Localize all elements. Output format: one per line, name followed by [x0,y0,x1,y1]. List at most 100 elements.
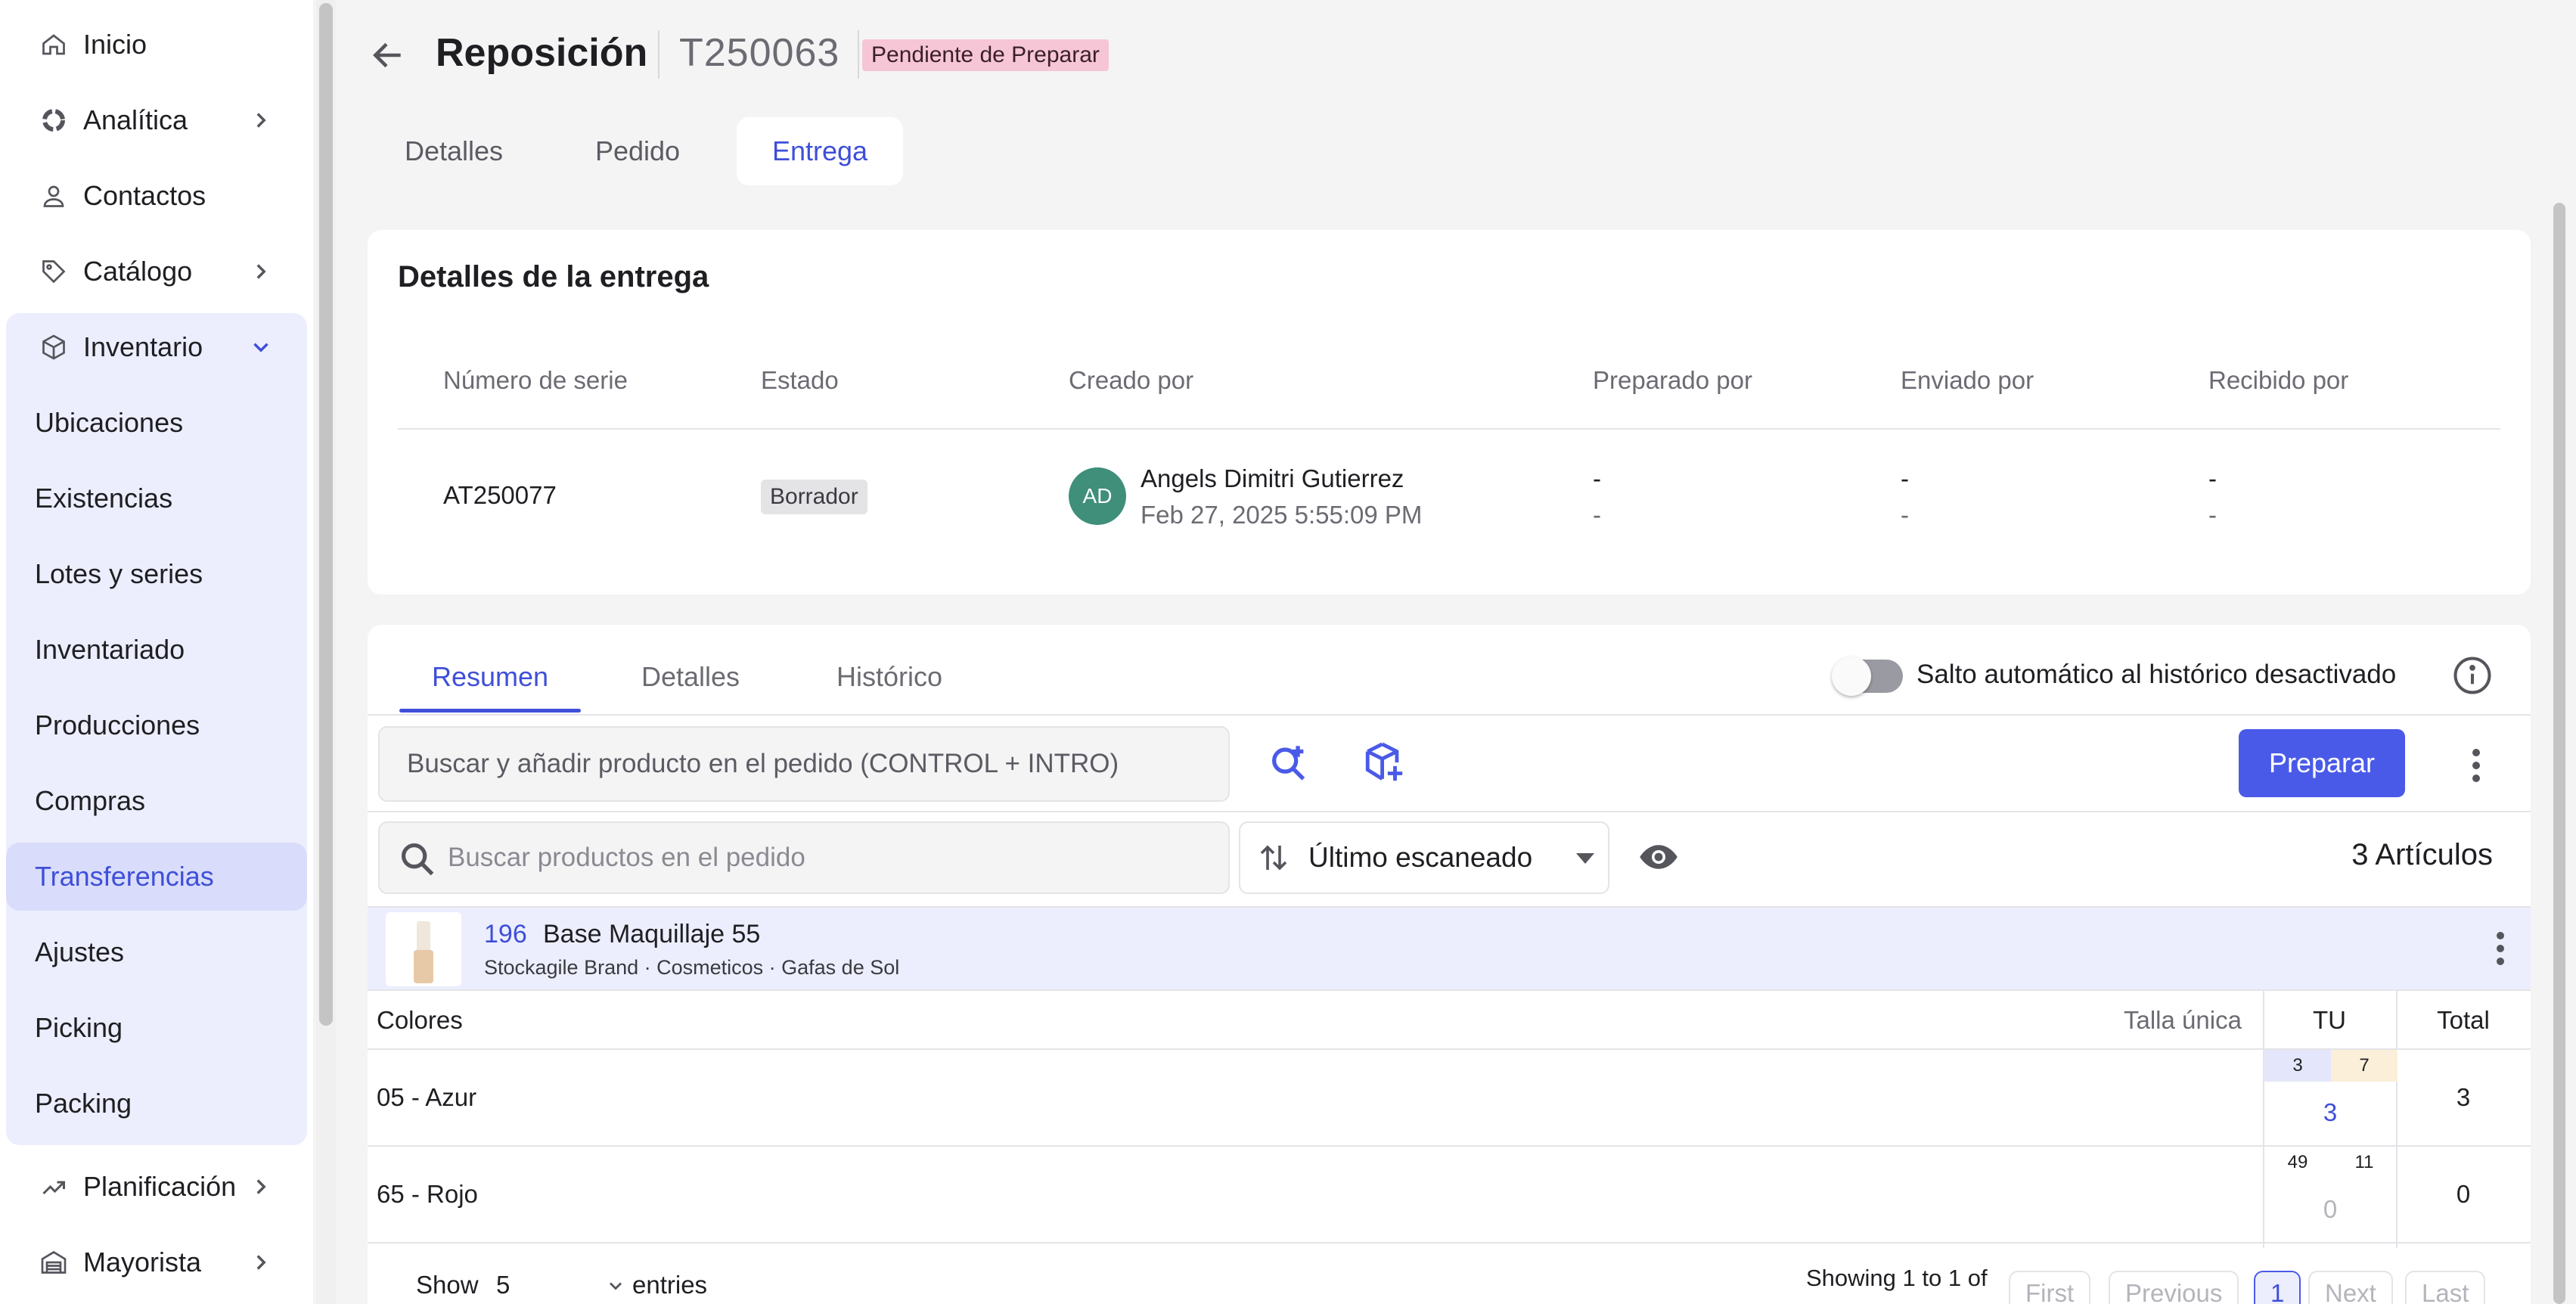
page-scrollbar-thumb[interactable] [2553,203,2565,1304]
showing-info: Showing 1 to 1 of [1806,1265,1988,1291]
warehouse-icon [35,1243,73,1281]
product-number[interactable]: 196 [484,920,527,949]
card-title: Detalles de la entrega [398,260,709,293]
divider [368,1145,2531,1147]
sidebar-item-inventario[interactable]: Inventario [6,313,307,381]
product-row[interactable]: 196 Base Maquillaje 55 Stockagile Brand … [368,906,2531,991]
prepare-button[interactable]: Preparar [2239,729,2405,797]
sidebar-sub-picking[interactable]: Picking [6,994,307,1062]
more-options-icon[interactable] [2461,743,2491,788]
row-total: 0 [2456,1180,2471,1208]
avatar: AD [1069,467,1126,525]
sidebar-sub-transferencias[interactable]: Transferencias [6,843,307,911]
tab-entrega[interactable]: Entrega [737,117,903,185]
sidebar-item-catalogo[interactable]: Catálogo [6,238,307,306]
info-icon[interactable] [2452,655,2493,696]
chart-line-icon [35,1168,73,1206]
sidebar-sub-compras[interactable]: Compras [6,767,307,835]
search-placeholder: Buscar productos en el pedido [448,843,805,872]
box-plus-icon[interactable] [1358,737,1410,788]
sidebar-item-label: Mayorista [83,1247,202,1278]
auto-jump-toggle[interactable] [1832,657,1903,696]
column-header: Estado [761,366,839,394]
home-icon [35,26,73,64]
column-header: Preparado por [1593,366,1752,394]
created-at: Feb 27, 2025 5:55:09 PM [1141,501,1423,529]
pagination-page[interactable]: 1 [2254,1271,2301,1304]
color-name: 65 - Rojo [377,1180,478,1208]
sidebar-sub-inventariado[interactable]: Inventariado [6,616,307,684]
chevron-right-icon [256,264,266,279]
product-thumbnail [386,912,461,986]
pagination-previous[interactable]: Previous [2109,1271,2239,1304]
sort-value: Último escaneado [1308,842,1533,873]
analytics-icon [35,101,73,139]
chevron-right-icon [256,113,266,128]
sidebar-sub-lotes[interactable]: Lotes y series [6,540,307,608]
back-arrow-icon[interactable] [369,36,407,74]
page-scrollbar[interactable] [2546,0,2576,1304]
tab-pedido[interactable]: Pedido [560,117,715,185]
eye-icon[interactable] [1635,837,1682,877]
divider [398,428,2500,430]
size-grid-header: Colores Talla única TU Total [368,991,2531,1050]
sidebar-item-label: Analítica [83,104,188,135]
sort-icon [1260,845,1287,871]
sidebar-item-label: Catálogo [83,256,193,287]
row-total: 3 [2456,1083,2471,1111]
divider [368,714,2531,716]
serial-number: AT250077 [443,481,557,509]
add-product-search-input[interactable]: Buscar y añadir producto en el pedido (C… [378,726,1230,802]
page-title: Reposición [436,31,648,75]
sidebar-item-label: Planificación [83,1171,237,1202]
sidebar-item-inicio[interactable]: Inicio [6,11,307,79]
sent-at: - [1901,501,1909,529]
search-plus-icon[interactable] [1263,737,1314,788]
show-label: Show [416,1271,479,1299]
size-label: Talla única [2124,1006,2242,1034]
pagination-first[interactable]: First [2009,1271,2091,1304]
sort-select[interactable]: Último escaneado [1239,821,1609,894]
box-icon [35,328,73,366]
product-search-input[interactable]: Buscar productos en el pedido [378,821,1230,894]
sidebar-item-label: Contactos [83,180,206,211]
size-code: TU [2313,1006,2346,1034]
sidebar-sub-packing[interactable]: Packing [6,1070,307,1138]
entries-label: entries [632,1271,708,1299]
divider [858,30,859,79]
sidebar-item-analitica[interactable]: Analítica [6,86,307,154]
sidebar-item-mayorista[interactable]: Mayorista [6,1228,307,1296]
sidebar-item-label: Inicio [83,29,147,60]
sidebar-sub-existencias[interactable]: Existencias [6,464,307,532]
sidebar-scrollbar-thumb[interactable] [319,3,333,1026]
pagination-next[interactable]: Next [2308,1271,2393,1304]
chevron-right-icon [256,1255,266,1270]
sidebar-sub-producciones[interactable]: Producciones [6,691,307,759]
sent-by: - [1901,464,1909,492]
sidebar-sub-ubicaciones[interactable]: Ubicaciones [6,389,307,457]
sidebar-sub-ajustes[interactable]: Ajustes [6,918,307,986]
tab-detalles[interactable]: Detalles [378,117,529,185]
divider [368,1242,2531,1243]
pagination-last[interactable]: Last [2405,1271,2486,1304]
tag-icon [35,253,73,290]
caret-down-icon [1576,853,1594,864]
status-badge: Pendiente de Preparar [862,39,1109,71]
tab-historico[interactable]: Histórico [800,643,979,711]
tab-detalles-lines[interactable]: Detalles [604,643,777,711]
page-size-select[interactable]: 5 [496,1271,510,1299]
chevron-down-icon [253,343,268,352]
delivery-details-card: Detalles de la entrega Número de serie E… [368,230,2531,595]
divider [368,811,2531,812]
user-icon [35,177,73,215]
product-options-icon[interactable] [2485,926,2515,971]
quantity-cell[interactable]: 3 [2264,1082,2396,1144]
column-header: Enviado por [1901,366,2034,394]
tab-resumen[interactable]: Resumen [399,643,581,713]
stock-origin: 49 [2287,1152,2308,1172]
sidebar-item-planificacion[interactable]: Planificación [6,1153,307,1221]
sidebar-item-contactos[interactable]: Contactos [6,162,307,230]
quantity-cell[interactable]: 0 [2264,1178,2396,1240]
prepared-at: - [1593,501,1601,529]
chevron-down-icon[interactable] [605,1275,626,1296]
